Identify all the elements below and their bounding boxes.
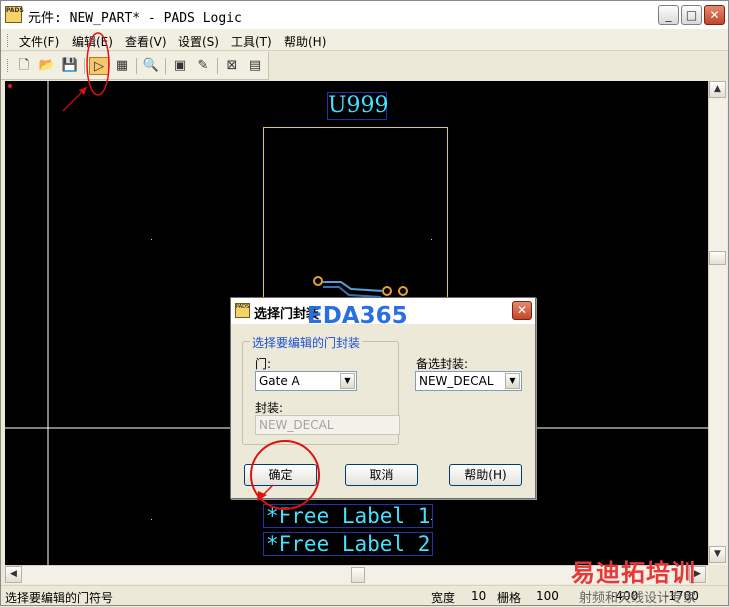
chevron-down-icon[interactable]: ▼ (340, 373, 355, 389)
scroll-down-button[interactable]: ▼ (709, 546, 726, 563)
zoom-icon[interactable]: 🔍 (141, 57, 161, 75)
alternate-decal-select[interactable]: NEW_DECAL ▼ (415, 371, 522, 391)
maximize-button[interactable]: □ (681, 5, 702, 25)
grid-dot (151, 239, 152, 240)
menu-view[interactable]: 查看(V) (125, 33, 167, 50)
horizontal-scroll-thumb[interactable] (351, 567, 365, 583)
title-bar: PADS 元件: NEW_PART* - PADS Logic _ □ ✕ (1, 1, 728, 29)
toolbar-separator (217, 58, 218, 74)
gate-select[interactable]: Gate A ▼ (255, 371, 357, 391)
edit-gate-decal-icon[interactable]: ▷ (89, 57, 109, 75)
toolbar-separator (84, 58, 85, 74)
part-outline[interactable] (263, 127, 448, 317)
training-watermark-subtitle: 射频和天线设计专家 (579, 591, 697, 606)
new-file-icon[interactable]: 🗋 (14, 57, 34, 75)
vertical-scroll-thumb[interactable] (709, 251, 726, 265)
menu-setup[interactable]: 设置(S) (178, 33, 219, 50)
scroll-left-button[interactable]: ◀ (5, 566, 22, 583)
menu-file[interactable]: 文件(F) (19, 33, 59, 50)
part-reference-designator[interactable]: U999 (327, 92, 389, 120)
dialog-app-icon: PADS (235, 303, 250, 318)
chevron-down-icon[interactable]: ▼ (505, 373, 520, 389)
chip-icon[interactable]: ▦ (112, 57, 132, 75)
grid-label: 栅格 (497, 591, 522, 605)
menu-help[interactable]: 帮助(H) (284, 33, 326, 50)
pads-app-icon: PADS (5, 6, 24, 23)
gate-label: 门: (255, 357, 272, 371)
dialog-close-button[interactable]: ✕ (512, 301, 532, 320)
terminal-icon[interactable]: ⊠ (222, 57, 242, 75)
width-value: 10 (471, 589, 487, 603)
width-label: 宽度 (431, 591, 456, 605)
free-label-2[interactable]: *Free Label 2 (263, 532, 434, 556)
status-message: 选择要编辑的门符号 (5, 591, 114, 605)
grid-value: 100 (536, 589, 559, 603)
alternate-decal-value: NEW_DECAL (419, 374, 494, 388)
scrollbar-corner (708, 565, 727, 584)
toolbar-grip (7, 59, 10, 72)
scroll-up-button[interactable]: ▲ (709, 81, 726, 98)
help-button[interactable]: 帮助(H) (449, 464, 522, 486)
close-button[interactable]: ✕ (704, 5, 725, 25)
properties-icon[interactable]: ▣ (170, 57, 190, 75)
toolbar-empty-area (269, 52, 728, 80)
wand-icon[interactable]: ✎ (193, 57, 213, 75)
window-title: 元件: NEW_PART* - PADS Logic (28, 11, 242, 26)
save-icon[interactable]: 💾 (60, 57, 80, 75)
open-folder-icon[interactable]: 📂 (37, 57, 57, 75)
minimize-button[interactable]: _ (658, 5, 679, 25)
windows-icon[interactable]: ▤ (245, 57, 265, 75)
alternate-decal-label: 备选封装: (416, 357, 469, 371)
vertical-scrollbar[interactable]: ▲ ▼ (708, 81, 727, 565)
menu-tools[interactable]: 工具(T) (231, 33, 272, 50)
app-window: PADS 元件: NEW_PART* - PADS Logic _ □ ✕ 文件… (0, 0, 729, 606)
cancel-button[interactable]: 取消 (345, 464, 418, 486)
free-label-1[interactable]: *Free Label 1 (263, 504, 434, 528)
toolbar-separator (165, 58, 166, 74)
gate-select-value: Gate A (259, 374, 300, 388)
menu-bar: 文件(F) 编辑(E) 查看(V) 设置(S) 工具(T) 帮助(H) (1, 29, 728, 51)
training-watermark: 易迪拓培训 (571, 559, 696, 587)
eda365-watermark: EDA365 (307, 303, 408, 329)
toolbar: 🗋 📂 💾 ▷ ▦ 🔍 ▣ ✎ ⊠ ▤ (1, 52, 269, 80)
menu-edit[interactable]: 编辑(E) (72, 33, 113, 50)
decal-label: 封装: (255, 401, 284, 415)
ok-button[interactable]: 确定 (244, 464, 317, 486)
grid-dot (151, 519, 152, 520)
toolbar-separator (136, 58, 137, 74)
groupbox-label: 选择要编辑的门封装 (250, 334, 363, 351)
menu-grip (7, 34, 10, 47)
decal-field: NEW_DECAL (255, 415, 400, 435)
